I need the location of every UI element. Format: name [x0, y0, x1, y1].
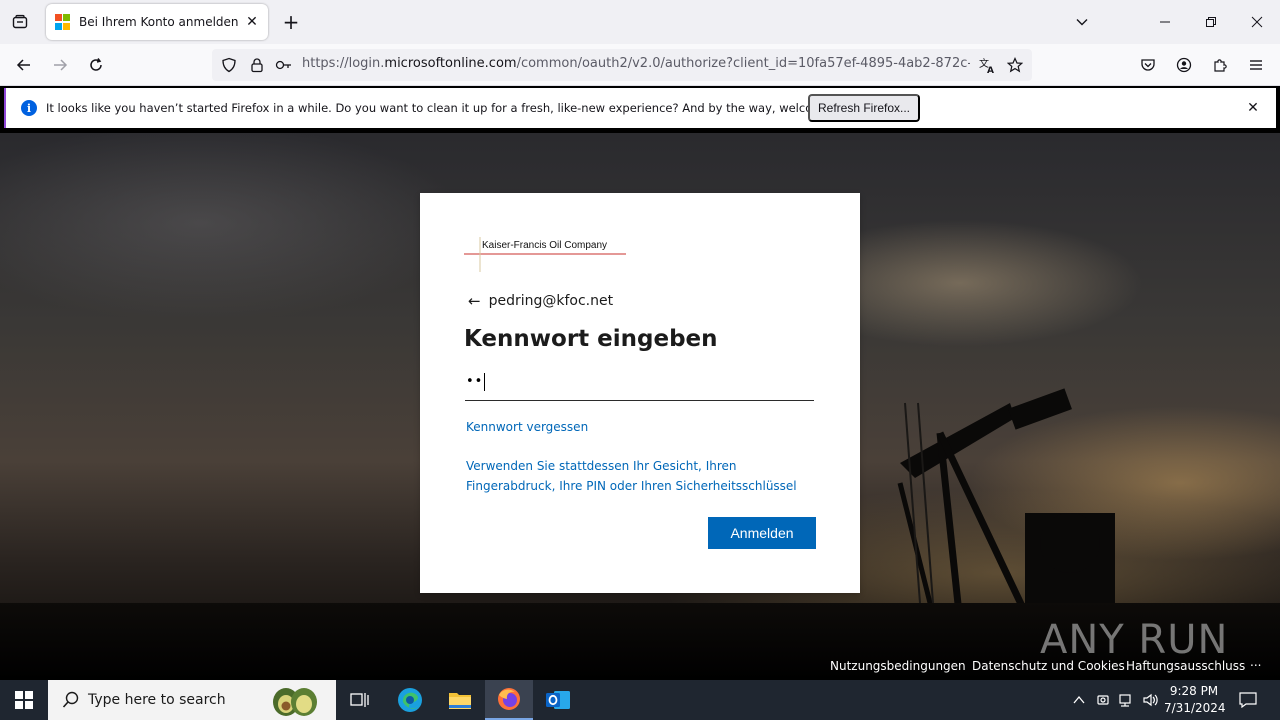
signin-card: Kaiser-Francis Oil Company ← pedring@kfo…	[420, 193, 860, 593]
forward-button[interactable]	[45, 50, 75, 80]
tray-volume[interactable]	[1140, 680, 1162, 720]
terms-link[interactable]: Nutzungsbedingungen	[830, 659, 966, 673]
url-bar[interactable]: https://login.microsoftonline.com/common…	[212, 49, 1032, 81]
avocado-highlight-icon	[273, 688, 317, 716]
url-domain: microsoftonline.com	[384, 56, 517, 71]
taskbar: Type here to search 9:28 PM 7/31/2024	[0, 680, 1280, 720]
folder-icon	[449, 693, 471, 709]
url-prefix: https://login.	[302, 56, 385, 71]
close-window-button[interactable]	[1234, 0, 1280, 44]
bookmark-star-icon[interactable]	[1005, 55, 1025, 75]
translate-icon[interactable]: 文A	[977, 55, 997, 75]
password-field[interactable]	[465, 368, 814, 401]
firefox-view-button[interactable]	[8, 10, 32, 34]
permissions-key-icon[interactable]	[274, 55, 294, 75]
tab-title: Bei Ihrem Konto anmelden	[79, 15, 239, 29]
hamburger-menu-icon	[1250, 60, 1262, 70]
notification-icon	[1239, 692, 1257, 708]
svg-text:A: A	[987, 66, 994, 74]
arrow-right-icon	[54, 59, 68, 71]
more-options-link[interactable]: ...	[1250, 655, 1261, 669]
account-button[interactable]	[1169, 50, 1199, 80]
info-icon: i	[21, 100, 37, 116]
anyrun-watermark: ANY RUN	[1040, 612, 1228, 668]
tray-meet-now[interactable]	[1092, 680, 1114, 720]
network-icon	[1119, 694, 1131, 707]
minimize-icon	[1160, 21, 1170, 23]
task-view-icon	[350, 693, 369, 707]
notification-message: It looks like you haven’t started Firefo…	[46, 101, 867, 115]
pocket-icon	[1141, 59, 1155, 71]
company-name: Kaiser-Francis Oil Company	[482, 240, 608, 251]
pocket-button[interactable]	[1133, 50, 1163, 80]
taskbar-firefox[interactable]	[485, 680, 533, 720]
forgot-password-link[interactable]: Kennwort vergessen	[466, 420, 588, 434]
firefox-icon	[498, 688, 520, 710]
watermark-text: ANY RUN	[1040, 617, 1229, 663]
oil-pumpjack-silhouette	[897, 388, 1115, 623]
new-tab-button[interactable]: +	[279, 10, 303, 34]
windows-logo-icon	[15, 691, 33, 709]
tab-close-icon[interactable]: ✕	[240, 10, 264, 34]
clock-time: 9:28 PM	[1169, 684, 1219, 698]
firefox-view-icon	[12, 14, 28, 29]
search-placeholder: Type here to search	[88, 692, 226, 708]
lock-icon[interactable]	[247, 55, 267, 75]
back-arrow-icon[interactable]: ←	[468, 292, 481, 310]
close-icon	[1251, 16, 1263, 28]
restore-icon	[1206, 17, 1216, 27]
tab-active[interactable]: Bei Ihrem Konto anmelden ✕	[46, 4, 268, 40]
action-center-button[interactable]	[1232, 680, 1264, 720]
refresh-firefox-button[interactable]: Refresh Firefox...	[808, 94, 920, 122]
show-hidden-icons-button[interactable]	[1068, 680, 1090, 720]
identity-banner[interactable]: ← pedring@kfoc.net	[468, 292, 613, 310]
taskbar-edge[interactable]	[386, 680, 434, 720]
plus-icon: +	[282, 10, 300, 34]
taskbar-search-box[interactable]: Type here to search	[48, 680, 336, 720]
task-view-button[interactable]	[336, 680, 384, 720]
account-icon	[1176, 57, 1192, 73]
reload-icon	[90, 58, 102, 71]
edge-icon	[398, 688, 422, 712]
tray-network[interactable]	[1116, 680, 1138, 720]
company-logo: Kaiser-Francis Oil Company	[464, 237, 628, 273]
refresh-firefox-notification: i It looks like you haven’t started Fire…	[4, 88, 1276, 128]
tab-strip: Bei Ihrem Konto anmelden ✕ +	[0, 0, 1280, 44]
search-icon	[62, 691, 79, 708]
system-clock[interactable]: 9:28 PM 7/31/2024	[1164, 683, 1226, 717]
chevron-down-icon	[1076, 19, 1088, 26]
chevron-up-icon	[1073, 695, 1085, 704]
account-email: pedring@kfoc.net	[488, 293, 614, 309]
list-all-tabs-button[interactable]	[1070, 10, 1094, 34]
url-text[interactable]: https://login.microsoftonline.com/common…	[302, 56, 970, 74]
navigation-toolbar: https://login.microsoftonline.com/common…	[0, 44, 1280, 86]
alternate-signin-link[interactable]: Verwenden Sie stattdessen Ihr Gesicht, I…	[466, 456, 826, 496]
puzzle-icon	[1214, 59, 1227, 72]
signin-button[interactable]: Anmelden	[708, 517, 816, 549]
page-title: Kennwort eingeben	[464, 326, 718, 352]
text-caret	[484, 373, 485, 391]
clock-date: 7/31/2024	[1164, 701, 1226, 715]
speaker-icon	[1143, 693, 1158, 707]
start-button[interactable]	[0, 680, 48, 720]
back-button[interactable]	[9, 50, 39, 80]
restore-button[interactable]	[1188, 0, 1234, 44]
extensions-button[interactable]	[1205, 50, 1235, 80]
menu-button[interactable]	[1241, 50, 1271, 80]
close-icon[interactable]: ✕	[1244, 99, 1262, 117]
url-path: /common/oauth2/v2.0/authorize?client_id=…	[516, 56, 970, 71]
reload-button[interactable]	[81, 50, 111, 80]
password-value: ••	[466, 374, 484, 389]
taskbar-outlook[interactable]	[534, 680, 582, 720]
outlook-icon	[546, 691, 570, 709]
tracking-protection-shield-icon[interactable]	[219, 55, 239, 75]
minimize-button[interactable]	[1142, 0, 1188, 44]
arrow-left-icon	[16, 59, 30, 71]
camera-icon	[1097, 695, 1109, 705]
taskbar-file-explorer[interactable]	[436, 680, 484, 720]
microsoft-logo-icon	[55, 14, 71, 30]
